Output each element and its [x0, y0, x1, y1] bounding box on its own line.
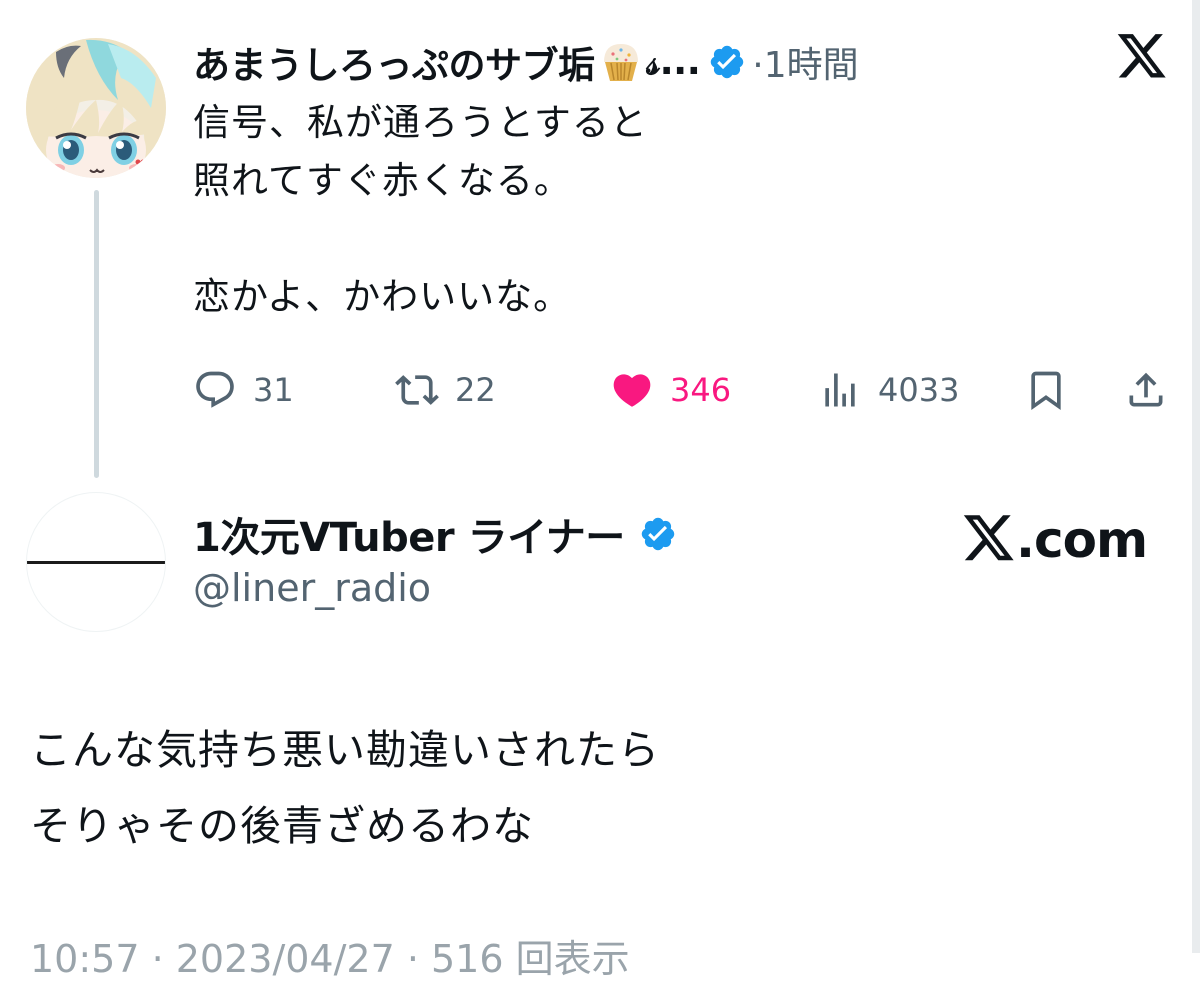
avatar-illustration [26, 38, 166, 178]
verified-badge-icon [641, 517, 675, 551]
post-time[interactable]: ·1時間 [752, 36, 858, 88]
brand-domain: .com [1016, 511, 1148, 569]
like-count: 346 [670, 371, 732, 409]
x-logo-icon [963, 515, 1014, 561]
repost-icon [395, 375, 439, 405]
avatar-line [27, 561, 165, 564]
profile-name-row: 1次元VTuber ライナー [193, 506, 677, 562]
share-icon [1129, 372, 1163, 407]
tweet-text: 信号、私が通ろうとすると 照れてすぐ赤くなる。 恋かよ、かわいいな。 [193, 101, 648, 318]
verified-badge-icon [711, 45, 744, 79]
x-logo-icon[interactable] [1116, 34, 1168, 82]
views-icon [825, 373, 855, 407]
display-name[interactable]: あまうしろっぷのサブ垢 [193, 35, 595, 89]
post-meta: 10:57 · 2023/04/27 · 516 回表示 [30, 937, 630, 981]
action-bar: 31 22 346 4033 [0, 360, 1200, 420]
bookmark-icon [1031, 371, 1061, 411]
cupcake-emoji-icon [603, 44, 638, 81]
thread-connector-line [94, 190, 99, 478]
reply-count: 31 [253, 371, 294, 409]
scroll-edge [1192, 0, 1200, 953]
bookmark-button[interactable] [1024, 360, 1068, 420]
views-button[interactable]: 4033 [818, 360, 959, 420]
like-button[interactable]: 346 [610, 360, 731, 420]
user-handle[interactable]: @liner_radio [193, 566, 431, 610]
display-name[interactable]: 1次元VTuber ライナー [193, 505, 625, 563]
reply-icon [196, 371, 234, 408]
share-button[interactable] [1124, 360, 1168, 420]
heart-icon [613, 374, 651, 407]
repost-count: 22 [455, 371, 496, 409]
repost-button[interactable]: 22 [395, 360, 496, 420]
avatar[interactable] [26, 492, 166, 632]
avatar[interactable] [26, 38, 166, 178]
tweet-text: こんな気持ち悪い勘違いされたら そりゃその後青ざめるわな [30, 726, 660, 850]
tweet-header: あまうしろっぷのサブ垢 𝓈... ·1時間 [193, 34, 859, 90]
display-name-suffix: 𝓈... [646, 40, 701, 83]
reply-button[interactable]: 31 [193, 360, 294, 420]
views-count: 4033 [878, 371, 960, 409]
x-com-brand: .com [962, 510, 1148, 570]
